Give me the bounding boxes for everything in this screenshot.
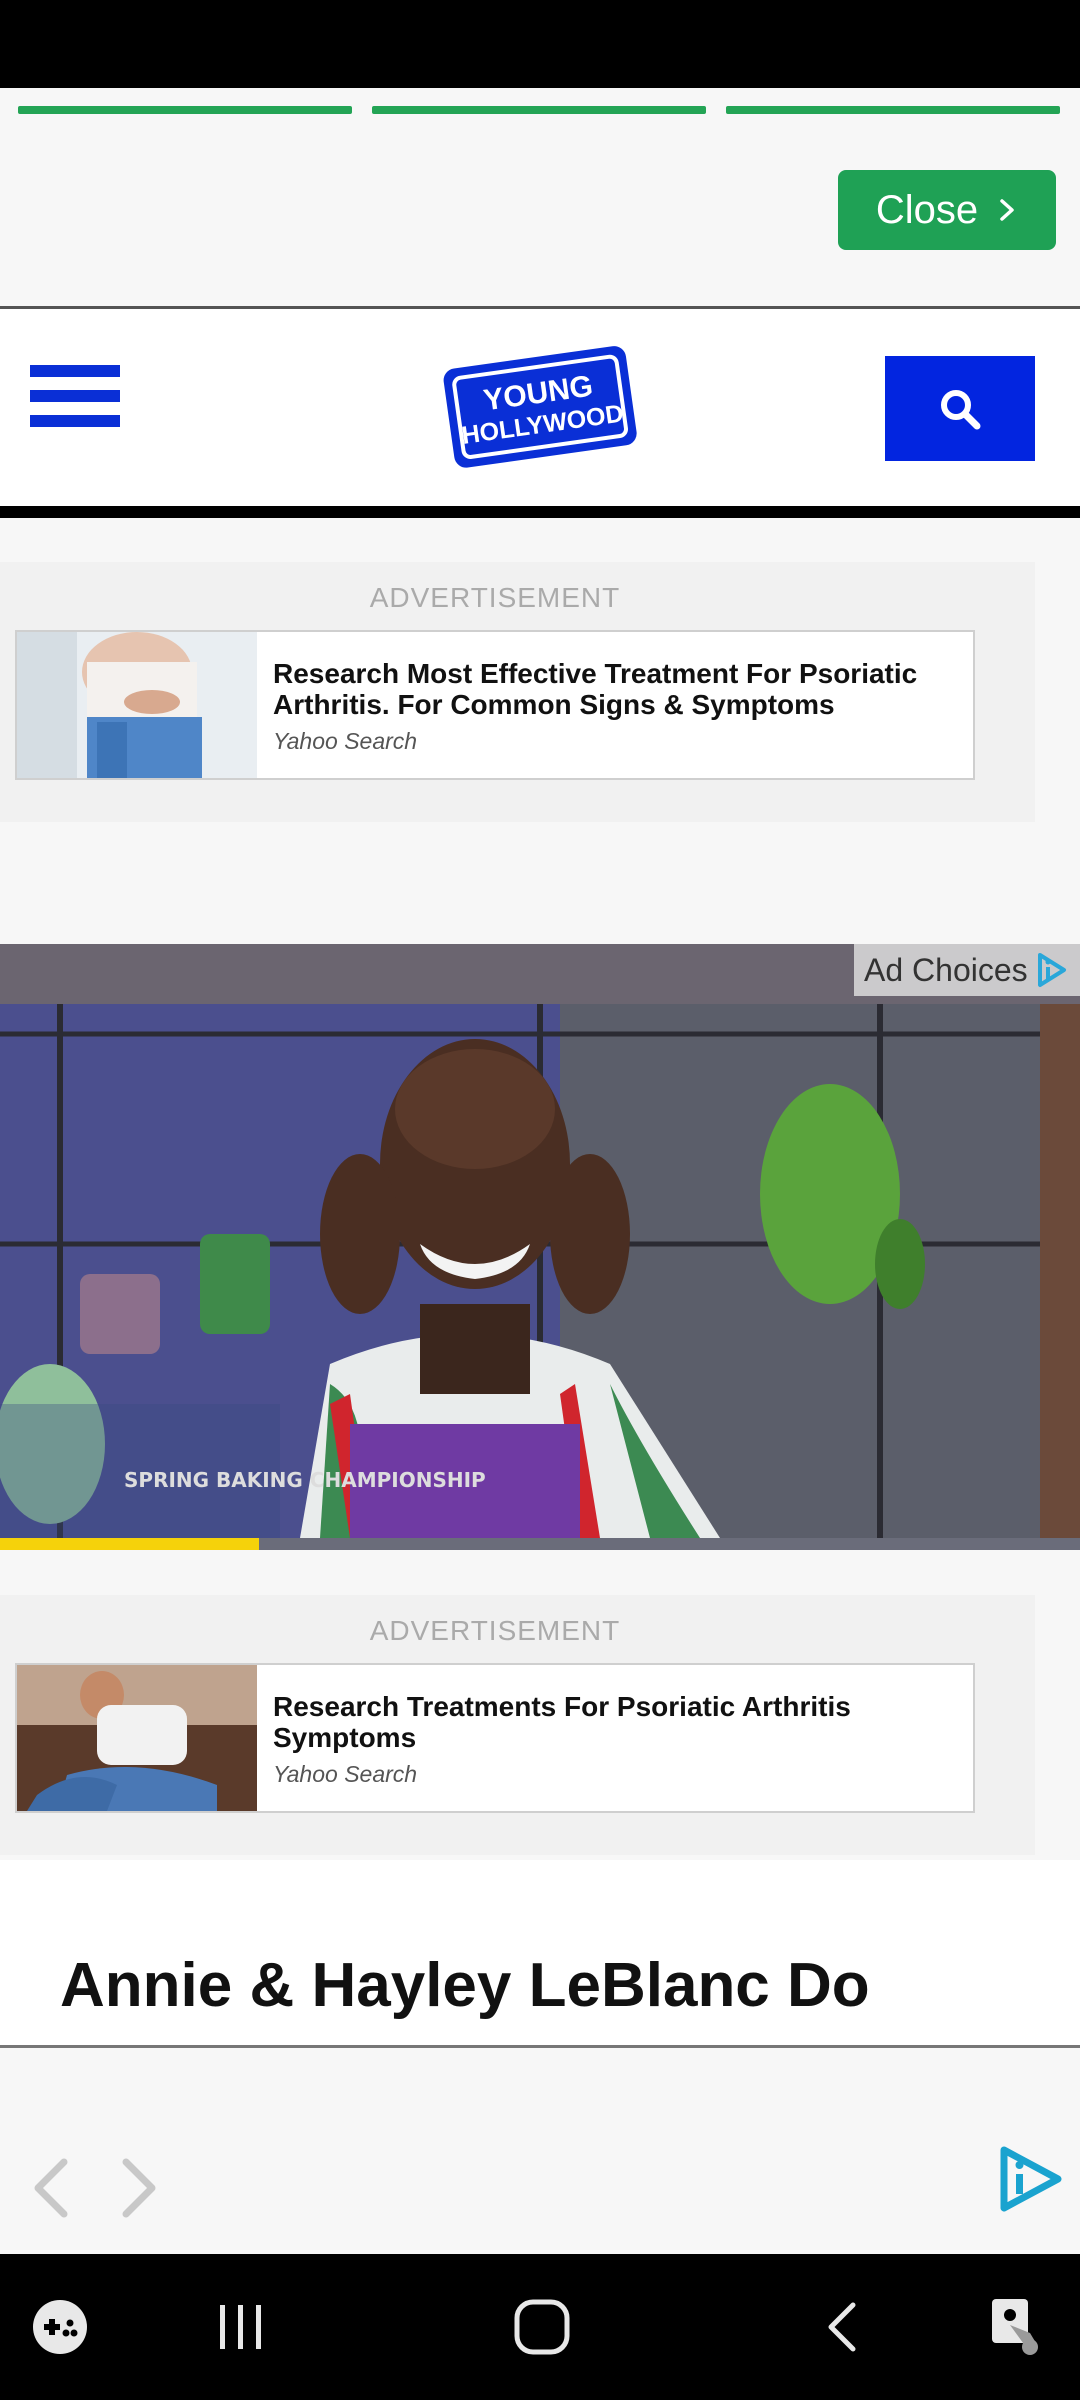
video-player[interactable]: Ad Choices SPRING BAKING CHAMPIONSHIP (0, 944, 1080, 1550)
search-icon (941, 389, 981, 429)
story-progress-1 (18, 106, 352, 114)
screen: Close YOUNG HOLLYWOOD ADVERTISEMENT Rese… (0, 0, 1080, 2400)
ad-title-1: Research Most Effective Treatment For Ps… (273, 658, 918, 720)
video-progress-track[interactable] (0, 1538, 1080, 1550)
ad-label: ADVERTISEMENT (369, 582, 621, 613)
ad-block-2: ADVERTISEMENT Research Treatments For Ps… (0, 1595, 1035, 1855)
video-frame (0, 944, 1080, 1538)
ad-title-2: Research Treatments For Psoriatic Arthri… (273, 1691, 851, 1753)
ad-choices-label: Ad Choices (864, 951, 1028, 988)
hamburger-icon[interactable] (30, 365, 120, 435)
article-headline: Annie & Hayley LeBlanc Do (60, 1951, 870, 2020)
close-button-label: Close (875, 187, 979, 232)
site-header: YOUNG HOLLYWOOD (0, 306, 1080, 518)
chevron-left-icon[interactable] (20, 2148, 80, 2228)
accessibility-icon[interactable] (976, 2292, 1056, 2362)
ad-source-2: Yahoo Search (273, 1761, 418, 1787)
ad-label: ADVERTISEMENT (369, 1615, 621, 1646)
ad-choices-button[interactable]: Ad Choices (854, 944, 1080, 996)
story-progress-3 (726, 106, 1060, 114)
ad-card-2[interactable]: Research Treatments For Psoriatic Arthri… (15, 1663, 975, 1813)
back-icon[interactable] (802, 2292, 882, 2362)
article-preview[interactable]: Annie & Hayley LeBlanc Do (0, 1860, 1080, 2048)
ad-block-1: ADVERTISEMENT Research Most Effective Tr… (0, 562, 1035, 822)
play-info-icon[interactable] (994, 2144, 1064, 2214)
close-button[interactable]: Close (838, 170, 1056, 250)
game-launcher-icon[interactable] (20, 2292, 100, 2362)
status-bar (0, 0, 1080, 88)
chevron-right-icon[interactable] (110, 2148, 170, 2228)
video-caption: SPRING BAKING CHAMPIONSHIP (124, 1468, 486, 1492)
ad-choices-icon (1037, 953, 1066, 987)
system-nav-bar (0, 2254, 1080, 2400)
stories-bar: Close (0, 88, 1080, 306)
ad-thumbnail-2 (17, 1665, 257, 1811)
young-hollywood-logo[interactable]: YOUNG HOLLYWOOD (436, 331, 642, 481)
home-icon[interactable] (502, 2292, 582, 2362)
story-progress-2 (372, 106, 706, 114)
chevron-right-icon (1000, 199, 1014, 221)
recent-apps-icon[interactable] (200, 2292, 280, 2362)
ad-thumbnail-1 (17, 632, 257, 778)
ad-source-1: Yahoo Search (273, 728, 418, 754)
ad-card-1[interactable]: Research Most Effective Treatment For Ps… (15, 630, 975, 780)
search-button[interactable] (885, 356, 1035, 461)
video-progress-fill (0, 1538, 260, 1550)
story-nav-bar (0, 2048, 1080, 2254)
